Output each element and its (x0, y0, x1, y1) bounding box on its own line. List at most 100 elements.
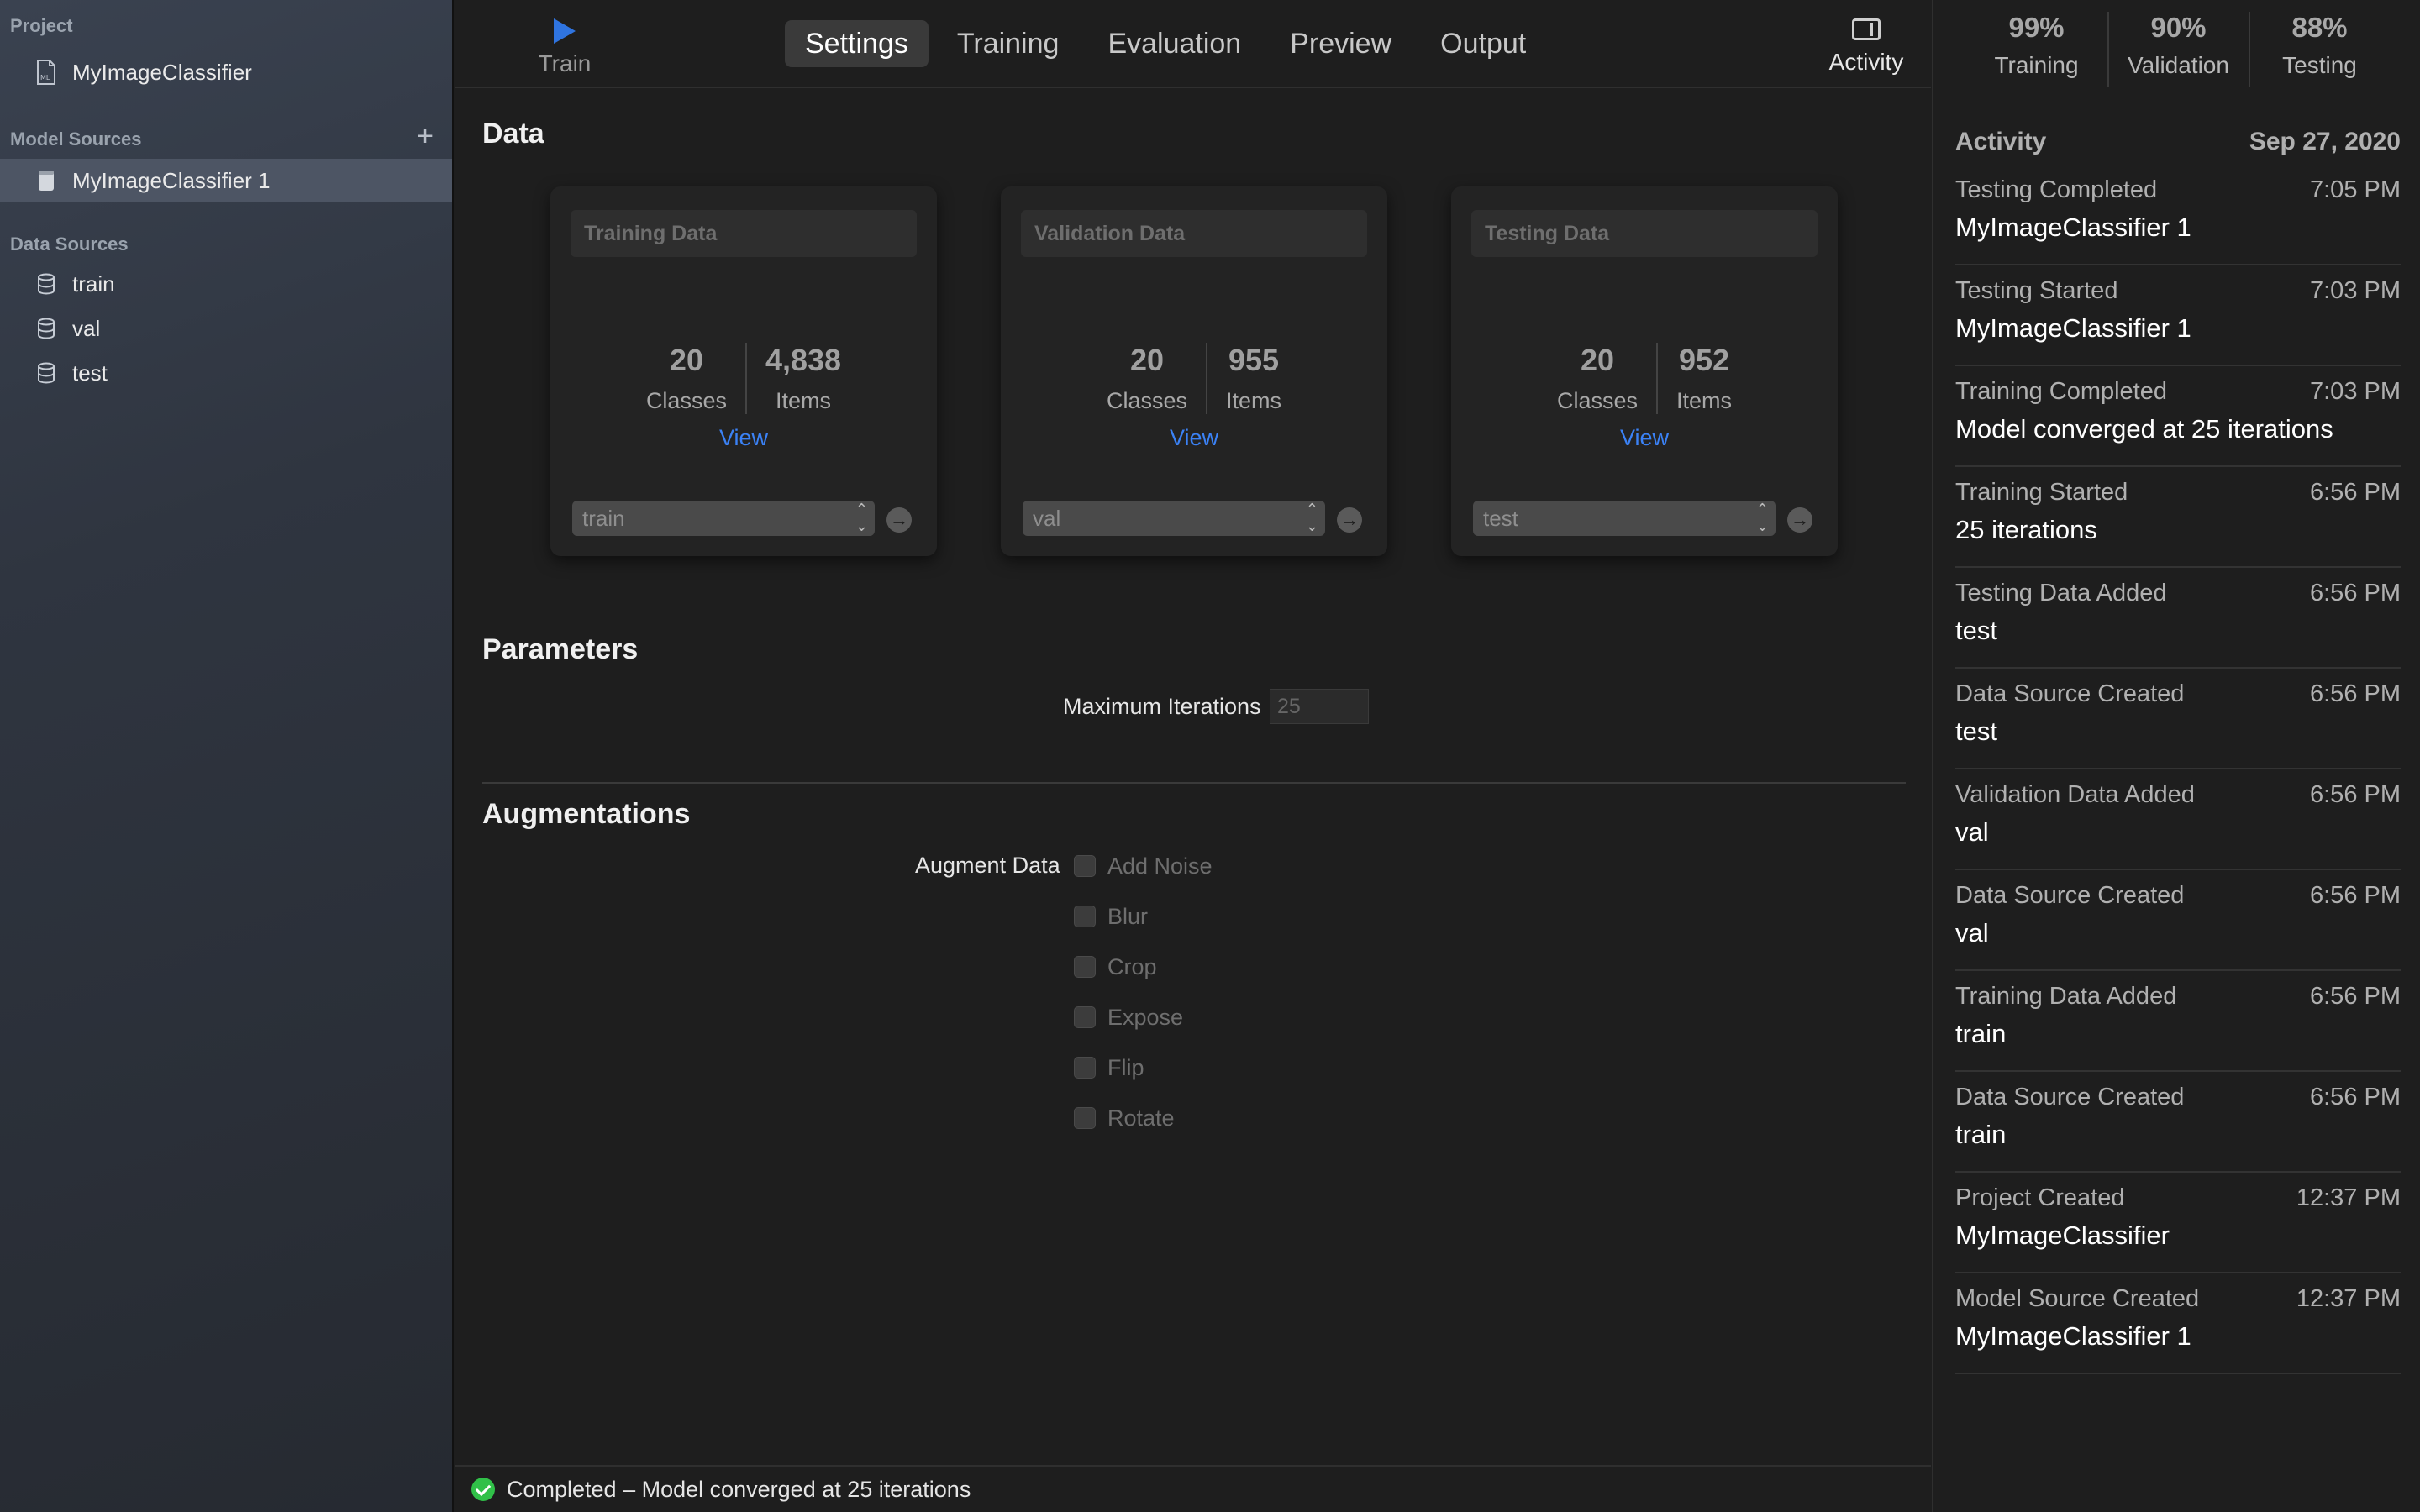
project-name: MyImageClassifier (72, 59, 252, 85)
data-section-title: Data (482, 118, 544, 150)
card-title: Testing Data (1471, 210, 1818, 257)
event-detail: Model converged at 25 iterations (1955, 414, 2333, 444)
metric-value: 90% (2150, 12, 2207, 43)
model-sources-header: Model Sources (10, 129, 142, 150)
selected-source: train (582, 506, 625, 531)
main-content: Train Settings Training Evaluation Previ… (455, 0, 1931, 1512)
event-name: Testing Completed (1955, 176, 2158, 203)
max-iterations-input[interactable]: 25 (1270, 689, 1369, 724)
sidebar-item-val[interactable]: val (0, 307, 452, 350)
event-name: Training Started (1955, 479, 2128, 506)
tab-preview[interactable]: Preview (1270, 20, 1412, 67)
tab-output[interactable]: Output (1420, 20, 1546, 67)
model-source-label: MyImageClassifier 1 (72, 167, 271, 193)
data-source-label: val (72, 315, 101, 341)
arrow-right-circle-icon[interactable]: → (886, 507, 912, 533)
metric-testing: 88% Testing (2248, 12, 2390, 87)
event-time: 6:56 PM (2310, 1084, 2401, 1110)
checkbox-box[interactable] (1074, 1006, 1096, 1028)
view-link[interactable]: View (1451, 425, 1838, 451)
items-stat: 955 Items (1206, 343, 1300, 414)
event-time: 6:56 PM (2310, 479, 2401, 506)
metric-label: Validation (2128, 52, 2229, 78)
section-divider (482, 782, 1906, 784)
checkbox-box[interactable] (1074, 1107, 1096, 1129)
event-detail: val (1955, 918, 1989, 948)
checkbox-expose[interactable]: Expose (1074, 1002, 1183, 1032)
list-item: Testing Completed 7:05 PM MyImageClassifi… (1955, 165, 2401, 265)
checkbox-rotate[interactable]: Rotate (1074, 1103, 1175, 1133)
event-time: 7:03 PM (2310, 378, 2401, 405)
sidebar-item-model-source[interactable]: MyImageClassifier 1 (0, 159, 452, 202)
tab-evaluation[interactable]: Evaluation (1087, 20, 1261, 67)
metric-label: Training (1994, 52, 2079, 78)
ml-document-icon: ML (34, 60, 59, 85)
data-source-select[interactable]: test ⌃ ⌄ (1473, 501, 1776, 536)
classes-caption: Classes (645, 388, 727, 413)
selected-source: test (1483, 506, 1518, 531)
activity-panel: 99% Training 90% Validation 88% Testing … (1932, 0, 2420, 1512)
event-name: Training Data Added (1955, 983, 2177, 1010)
database-icon (34, 316, 59, 341)
checkbox-box[interactable] (1074, 855, 1096, 877)
checkbox-flip[interactable]: Flip (1074, 1053, 1144, 1083)
sidebar-item-train[interactable]: train (0, 262, 452, 306)
sidebar-item-test[interactable]: test (0, 351, 452, 395)
list-item: Data Source Created 6:56 PM val (1955, 870, 2401, 971)
data-source-select[interactable]: val ⌃ ⌄ (1023, 501, 1325, 536)
data-source-label: test (72, 360, 108, 386)
up-down-chevron-icon: ⌃ ⌄ (855, 501, 868, 534)
classes-count: 20 (669, 343, 703, 377)
database-icon (34, 271, 59, 297)
view-link[interactable]: View (550, 425, 937, 451)
items-count: 4,838 (765, 343, 842, 377)
event-time: 6:56 PM (2310, 882, 2401, 909)
train-button[interactable]: Train (497, 13, 633, 77)
event-time: 6:56 PM (2310, 781, 2401, 808)
classes-stat: 20 Classes (1539, 343, 1656, 414)
activity-toggle-button[interactable]: Activity (1807, 15, 1925, 76)
card-title: Validation Data (1021, 210, 1367, 257)
checkbox-label: Expose (1107, 1004, 1184, 1030)
testing-data-card: Testing Data 20 Classes 952 Items View t… (1451, 186, 1838, 556)
checkbox-box[interactable] (1074, 906, 1096, 927)
event-name: Project Created (1955, 1184, 2125, 1211)
event-detail: train (1955, 1019, 2007, 1048)
tab-settings[interactable]: Settings (785, 20, 929, 67)
sidebar-item-project[interactable]: ML MyImageClassifier (0, 50, 452, 94)
accuracy-metrics: 99% Training 90% Validation 88% Testing (1933, 12, 2420, 87)
event-name: Training Completed (1955, 378, 2167, 405)
view-link[interactable]: View (1001, 425, 1387, 451)
checkmark-circle-icon (471, 1478, 495, 1501)
checkbox-blur[interactable]: Blur (1074, 901, 1148, 932)
event-detail: MyImageClassifier 1 (1955, 313, 2191, 343)
svg-text:ML: ML (40, 74, 50, 81)
data-source-select[interactable]: train ⌃ ⌄ (572, 501, 875, 536)
event-name: Data Source Created (1955, 1084, 2185, 1110)
checkbox-box[interactable] (1074, 956, 1096, 978)
train-label: Train (538, 50, 592, 76)
card-title: Training Data (571, 210, 917, 257)
add-model-source-button[interactable]: + (412, 122, 439, 150)
event-time: 6:56 PM (2310, 580, 2401, 606)
sidebar: Project ML MyImageClassifier Model Sourc… (0, 0, 454, 1512)
checkbox-crop[interactable]: Crop (1074, 952, 1157, 982)
items-caption: Items (1676, 388, 1733, 413)
checkbox-add-noise[interactable]: Add Noise (1074, 851, 1213, 881)
classes-count: 20 (1129, 343, 1164, 377)
event-time: 12:37 PM (2296, 1285, 2401, 1312)
checkbox-box[interactable] (1074, 1057, 1096, 1079)
augment-data-label: Augment Data (915, 853, 1060, 878)
card-stats: 20 Classes 955 Items (1001, 343, 1387, 414)
event-name: Data Source Created (1955, 680, 2185, 707)
tab-training[interactable]: Training (937, 20, 1080, 67)
arrow-right-circle-icon[interactable]: → (1787, 507, 1812, 533)
metric-validation: 90% Validation (2107, 12, 2249, 87)
event-detail: MyImageClassifier (1955, 1221, 2170, 1250)
event-name: Validation Data Added (1955, 781, 2195, 808)
classes-caption: Classes (1556, 388, 1638, 413)
event-detail: val (1955, 817, 1989, 847)
activity-label: Activity (1828, 49, 1904, 75)
list-item: Model Source Created 12:37 PM MyImageClas… (1955, 1273, 2401, 1374)
arrow-right-circle-icon[interactable]: → (1337, 507, 1362, 533)
